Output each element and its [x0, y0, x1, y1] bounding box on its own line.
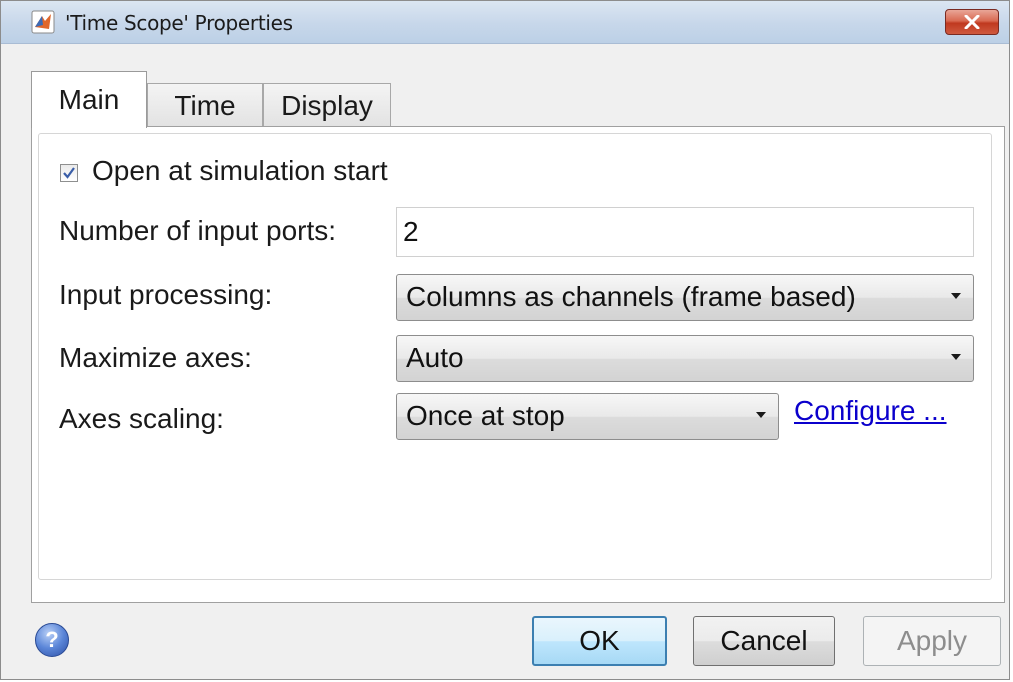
matlab-app-icon	[31, 10, 55, 34]
input-processing-value: Columns as channels (frame based)	[406, 281, 856, 312]
maximize-axes-dropdown[interactable]: Auto	[396, 335, 974, 382]
main-tab-panel: Open at simulation start Number of input…	[31, 126, 1005, 603]
axes-scaling-dropdown[interactable]: Once at stop	[396, 393, 779, 440]
tab-display[interactable]: Display	[263, 83, 391, 127]
close-button[interactable]	[945, 9, 999, 35]
open-at-start-checkbox[interactable]	[60, 164, 78, 182]
tab-main[interactable]: Main	[31, 71, 147, 128]
close-icon	[964, 15, 980, 29]
num-input-ports-field[interactable]: 2	[396, 207, 974, 257]
axes-scaling-label: Axes scaling:	[59, 403, 224, 434]
input-processing-dropdown[interactable]: Columns as channels (frame based)	[396, 274, 974, 321]
properties-dialog: 'Time Scope' Properties Main Time Displa…	[0, 0, 1010, 680]
num-input-ports-label: Number of input ports:	[59, 215, 337, 246]
axes-scaling-value: Once at stop	[406, 400, 565, 431]
input-processing-label: Input processing:	[59, 279, 273, 310]
configure-link[interactable]: Configure ...	[794, 395, 947, 427]
ok-button[interactable]: OK	[532, 616, 667, 666]
title-bar[interactable]: 'Time Scope' Properties	[1, 1, 1009, 44]
chevron-down-icon	[951, 293, 961, 299]
chevron-down-icon	[951, 354, 961, 360]
maximize-axes-value: Auto	[406, 342, 464, 373]
tab-time[interactable]: Time	[147, 83, 263, 127]
checkmark-icon	[63, 167, 75, 179]
open-at-start-label[interactable]: Open at simulation start	[92, 155, 388, 187]
chevron-down-icon	[756, 412, 766, 418]
window-title: 'Time Scope' Properties	[65, 11, 293, 35]
maximize-axes-label: Maximize axes:	[59, 342, 252, 373]
help-icon[interactable]: ?	[35, 623, 69, 657]
cancel-button[interactable]: Cancel	[693, 616, 835, 666]
apply-button[interactable]: Apply	[863, 616, 1001, 666]
